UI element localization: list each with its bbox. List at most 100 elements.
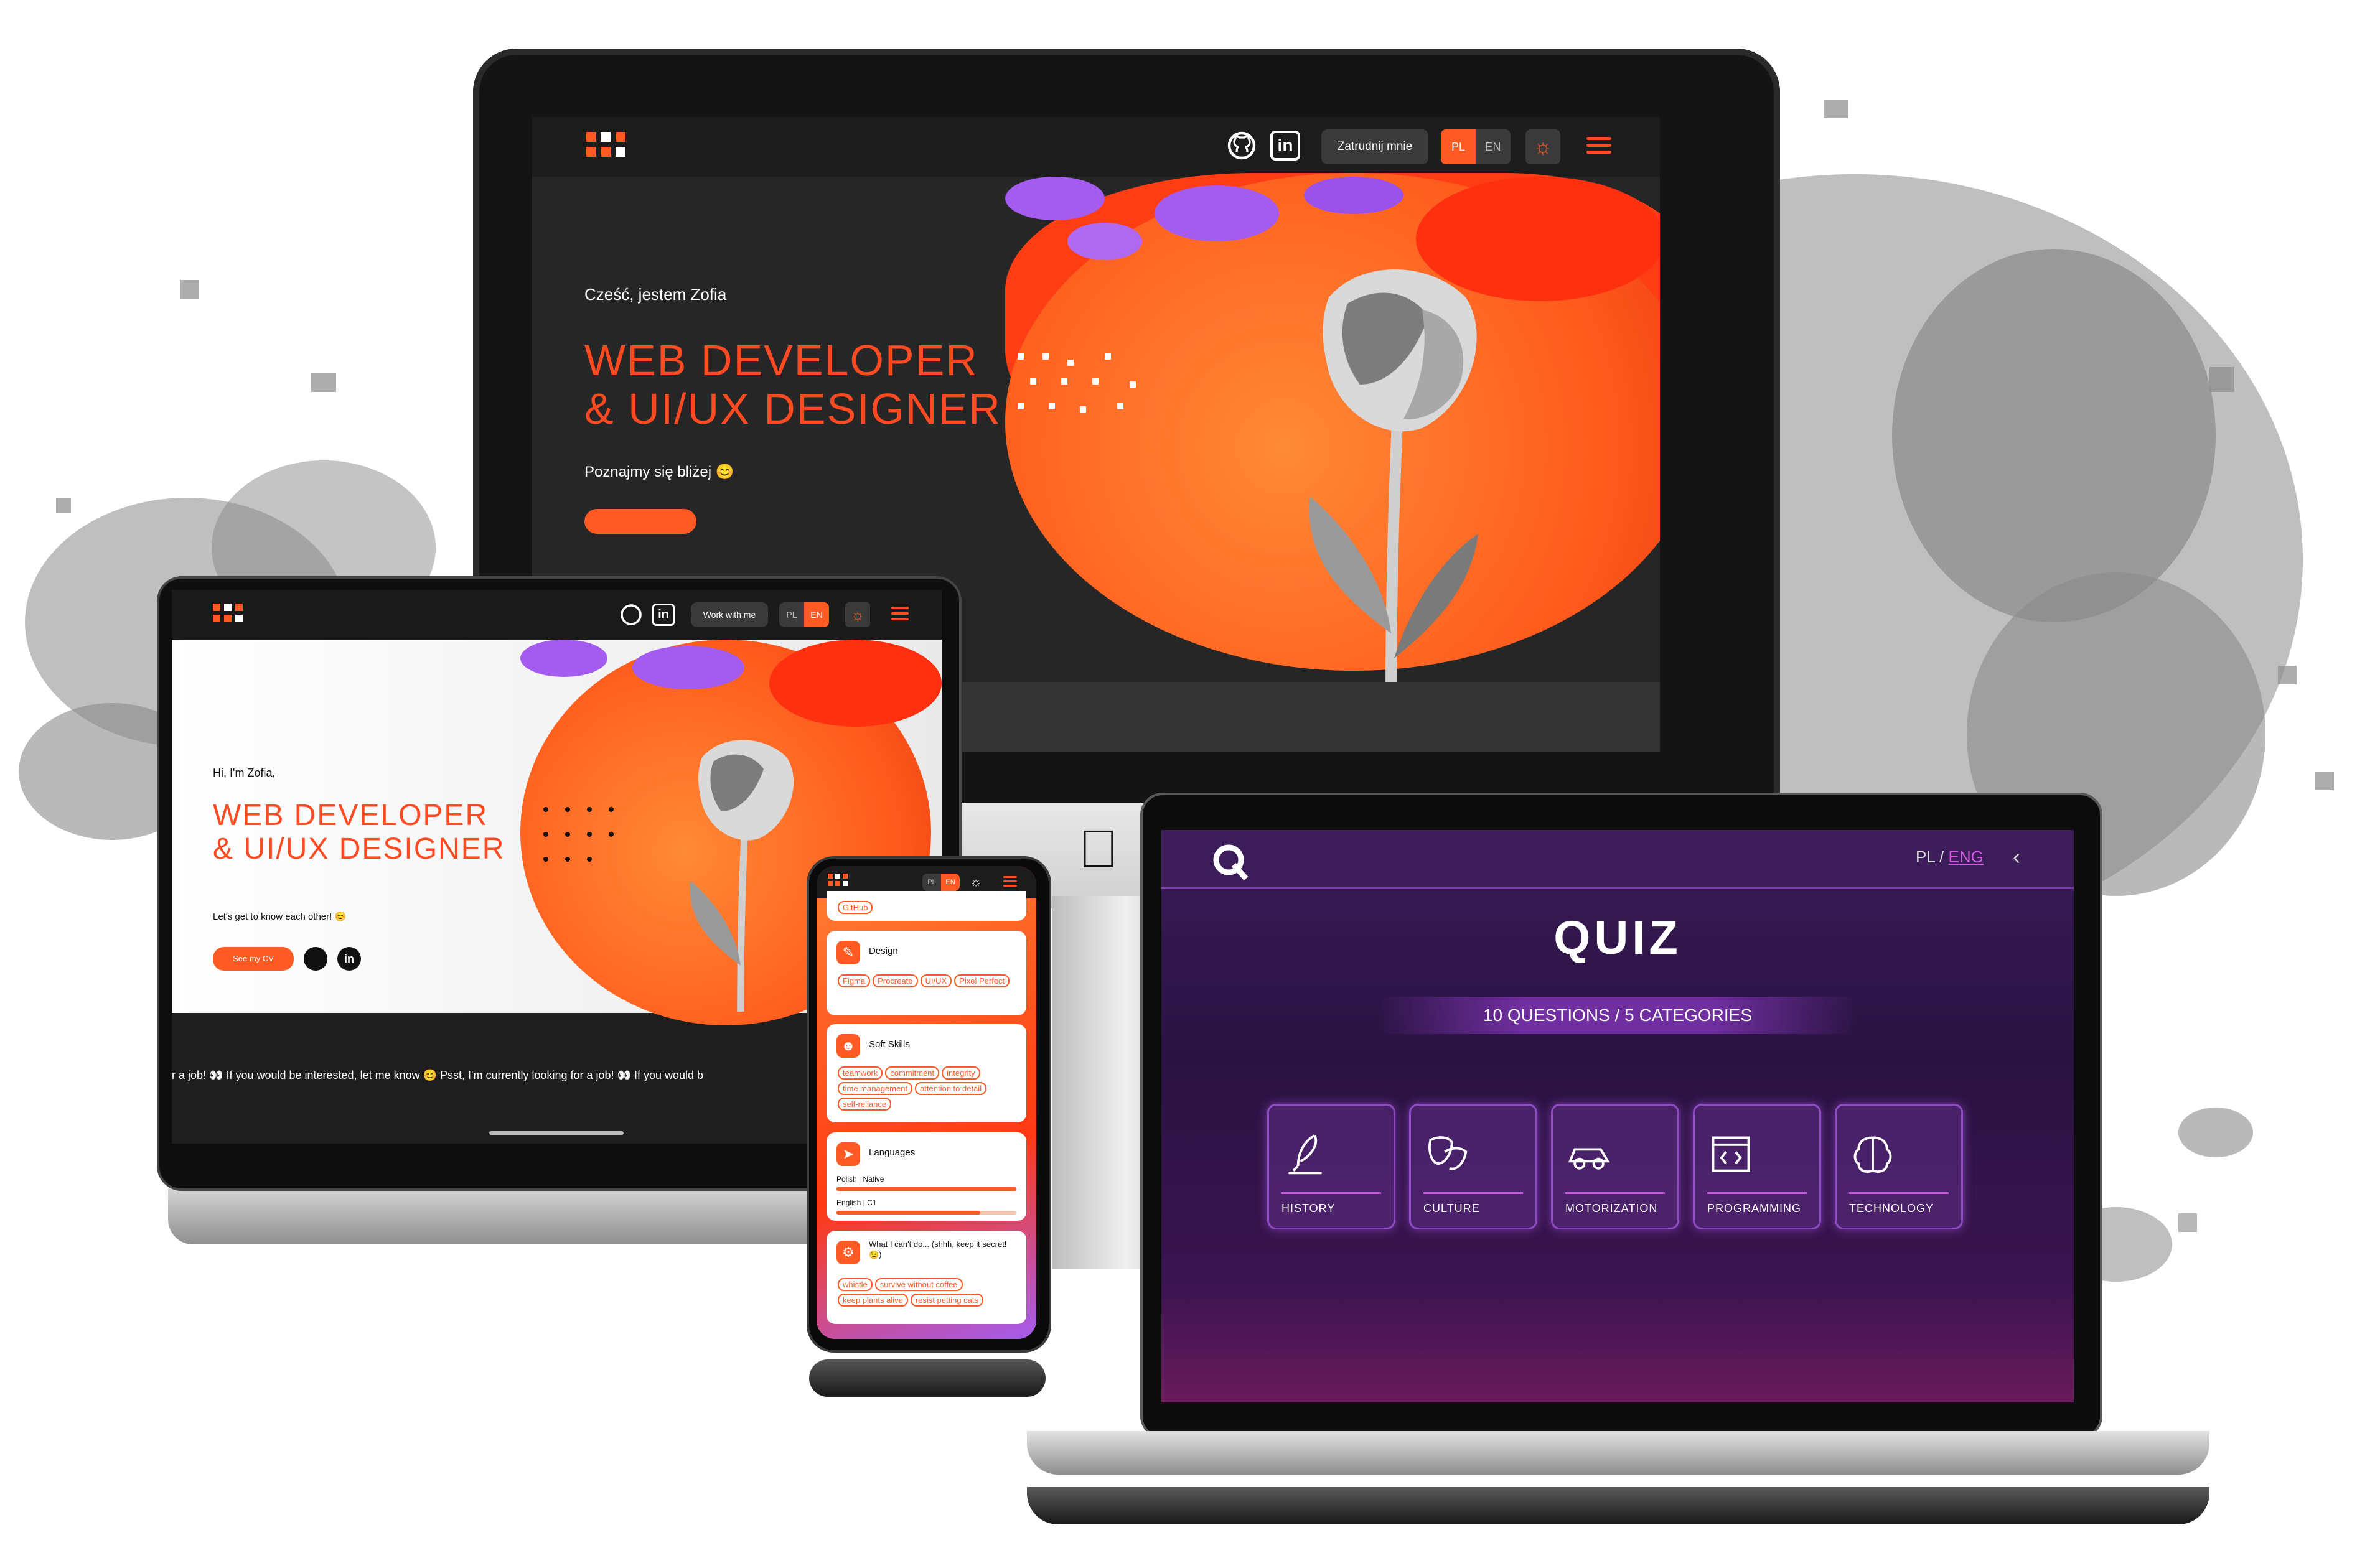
lang-pl-option[interactable]: PL [1441,129,1476,164]
category-card-culture[interactable]: CULTURE [1409,1104,1537,1229]
theme-toggle-sun-icon[interactable]: ☼ [967,874,985,891]
skill-chip: attention to detail [915,1082,987,1095]
site-logo-icon[interactable] [213,604,243,622]
skill-chip: survive without coffee [874,1278,963,1291]
apple-logo-icon:  [1071,821,1127,877]
skill-chip: GitHub [838,901,873,914]
language-label: Polish | Native [836,1175,884,1183]
linkedin-icon[interactable]: in [1270,131,1300,161]
skill-chip: UI/UX [920,974,952,987]
laptop-reflection [1027,1487,2209,1524]
language-label: English | C1 [836,1198,877,1207]
lang-pl-option[interactable]: PL [1916,847,1935,866]
skill-chip: Pixel Perfect [954,974,1010,987]
card-underline [1423,1192,1523,1194]
category-card-technology[interactable]: TECHNOLOGY [1835,1104,1963,1229]
category-card-motorization[interactable]: MOTORIZATION [1551,1104,1679,1229]
site-logo-icon[interactable] [586,132,625,157]
skill-chip: Figma [838,974,871,987]
quiz-logo-icon[interactable] [1211,842,1250,881]
lang-en-option[interactable]: EN [941,874,960,891]
language-level-bar [836,1187,1016,1191]
hero-title-line2: & UI/UX DESIGNER [584,385,1001,434]
github-icon[interactable] [620,604,642,626]
hero-subtitle: Let's get to know each other! 😊 [213,912,347,922]
lang-eng-option[interactable]: ENG [1949,847,1984,866]
skill-chip: commitment [885,1066,940,1080]
category-label: PROGRAMMING [1707,1202,1802,1215]
phone-reflection [809,1359,1046,1397]
github-icon[interactable] [1227,131,1257,161]
hamburger-menu-icon[interactable] [891,604,909,623]
linkedin-icon[interactable]: in [652,604,675,626]
card-title: Design [869,946,898,956]
site-logo-icon[interactable] [828,874,848,886]
language-switch[interactable]: PL EN [922,874,960,891]
hero-title-line2: & UI/UX DESIGNER [213,832,505,865]
phone-screen: PL EN ☼ GitHub ✎ Design Figma Procreate UI… [817,866,1036,1339]
laptop-base [1027,1431,2209,1475]
gear-icon: ⚙ [836,1241,860,1264]
skill-card-languages: ➤ Languages Polish | Native English | C1 [827,1132,1026,1221]
theater-masks-icon [1428,1136,1468,1170]
language-switch[interactable]: PL EN [1441,129,1511,164]
tulip-image [1309,269,1478,708]
quiz-subtitle: 10 QUESTIONS / 5 CATEGORIES [1379,997,1856,1034]
quiz-title: QUIZ [1553,912,1682,964]
skill-chip: Procreate [873,974,918,987]
skill-card-soft-skills: ☻ Soft Skills teamwork commitment integrit… [827,1024,1026,1122]
cv-button[interactable] [584,509,696,534]
skill-chip: teamwork [838,1066,883,1080]
category-label: MOTORIZATION [1565,1202,1658,1215]
linkedin-icon[interactable]: in [337,947,361,971]
dot-pattern-decoration [1018,353,1136,413]
category-label: HISTORY [1281,1202,1336,1215]
category-card-programming[interactable]: PROGRAMMING [1693,1104,1821,1229]
hero-title: WEB DEVELOPER & UI/UX DESIGNER [213,799,505,866]
lang-pl-option[interactable]: PL [922,874,941,891]
skill-card-design: ✎ Design Figma Procreate UI/UX Pixel Perfec… [827,931,1026,1015]
hamburger-menu-icon[interactable] [1586,133,1611,157]
hamburger-menu-icon[interactable] [1003,874,1017,889]
dot-pattern-decoration [543,807,614,862]
skill-card-partial: GitHub [827,891,1026,921]
home-indicator [489,1131,624,1135]
work-with-me-button[interactable]: Work with me [691,602,768,627]
hero-greeting: Cześć, jestem Zofia [584,285,727,304]
hero-title-line1: WEB DEVELOPER [213,799,489,832]
car-icon [1568,1148,1610,1170]
language-switch[interactable]: PL EN [779,602,829,627]
skill-chip: self-reliance [838,1098,892,1111]
hero-subtitle: Poznajmy się bliżej 😊 [584,464,734,480]
see-my-cv-button[interactable]: See my CV [213,947,294,971]
github-icon[interactable] [304,947,327,971]
category-card-history[interactable]: HISTORY [1267,1104,1395,1229]
language-switch[interactable]: PL / ENG [1916,847,1984,867]
hire-me-button[interactable]: Zatrudnij mnie [1321,129,1428,164]
card-underline [1849,1192,1949,1194]
brain-chip-icon [1853,1136,1892,1173]
rocket-icon: ➤ [836,1142,860,1166]
skill-card-cant-do: ⚙ What I can't do... (shhh, keep it secr… [827,1231,1026,1324]
brush-icon: ✎ [836,941,860,964]
code-window-icon [1712,1136,1750,1172]
hero-title-line1: WEB DEVELOPER [584,336,978,385]
card-title: Languages [869,1147,916,1158]
lang-en-option[interactable]: EN [1476,129,1511,164]
skill-chip: whistle [838,1278,873,1291]
theme-toggle-sun-icon[interactable]: ☼ [1525,129,1560,164]
tablet-navbar: in Work with me PL EN ☼ [172,590,942,640]
laptop-screen: PL / ENG ‹ QUIZ 10 QUESTIONS / 5 CATEGOR… [1161,830,2074,1402]
chevron-left-icon[interactable]: ‹ [2013,844,2020,870]
lang-pl-option[interactable]: PL [779,602,804,627]
hero-title: WEB DEVELOPER & UI/UX DESIGNER [584,336,1001,434]
skill-chip: resist petting cats [910,1294,983,1307]
tulip-image [690,740,794,1012]
card-title: Soft Skills [869,1039,910,1050]
card-underline [1565,1192,1665,1194]
hero-greeting: Hi, I'm Zofia, [213,767,276,779]
card-underline [1707,1192,1807,1194]
theme-toggle-sun-icon[interactable]: ☼ [845,602,870,627]
lang-separator: / [1939,847,1944,866]
lang-en-option[interactable]: EN [804,602,829,627]
